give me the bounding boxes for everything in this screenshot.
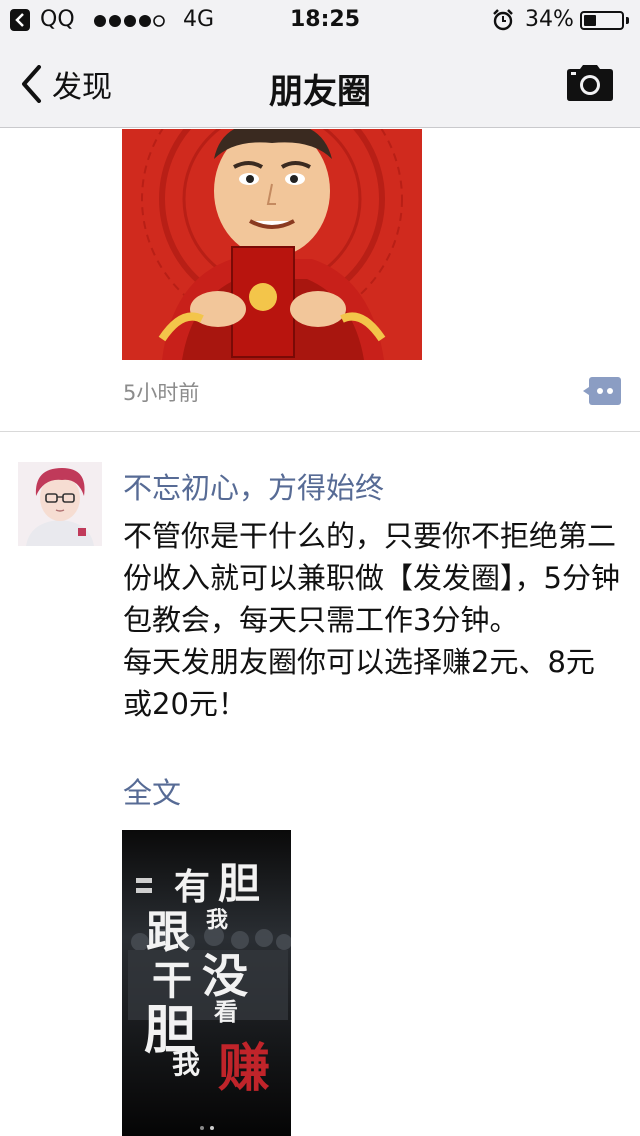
full-text-link[interactable]: 全文: [123, 770, 181, 812]
battery-fill: [584, 15, 596, 26]
poster-char-wo-bottom: 我: [172, 1047, 201, 1080]
poster-char-kan: 看: [214, 997, 238, 1026]
poster-char-wo-top: 我: [206, 907, 229, 933]
battery-icon: [580, 11, 624, 30]
post-timestamp: 5小时前: [123, 381, 200, 405]
signal-strength-icon: [94, 15, 165, 27]
post-body-text: 不管你是干什么的，只要你不拒绝第二份收入就可以兼职做【发发圈】，5分钟包教会，每…: [123, 519, 620, 721]
status-bar: QQ 4G 18:25 34%: [0, 0, 640, 40]
network-type: 4G: [183, 7, 215, 32]
post-divider: [0, 431, 640, 432]
back-to-app-label[interactable]: QQ: [40, 7, 75, 32]
avatar-anime-boy-icon: [18, 462, 102, 546]
back-to-app-icon[interactable]: [10, 9, 30, 31]
battery-cap: [626, 17, 629, 24]
moments-feed[interactable]: 5小时前 不忘初心，方得始终 不管你是干什么的，只要你不拒绝第二份收入就可以兼职…: [0, 129, 640, 1136]
post-image-poster[interactable]: 有 胆 我 跟 没 干 看 胆 我 赚: [122, 830, 291, 1136]
page-title: 朋友圈: [269, 72, 371, 112]
navigation-bar: 发现 朋友圈: [0, 40, 640, 128]
avatar[interactable]: [18, 462, 102, 546]
alarm-icon: [493, 9, 513, 31]
cartoon-man-illustration: [122, 129, 422, 360]
clock: 18:25: [290, 7, 361, 32]
camera-icon[interactable]: [566, 64, 614, 102]
comment-more-icon[interactable]: [583, 377, 621, 405]
battery-percentage: 34%: [525, 7, 574, 32]
poster-char-zhuan: 赚: [218, 1038, 271, 1099]
post-author-name[interactable]: 不忘初心，方得始终: [123, 465, 384, 507]
post-image-red-envelope-cartoon[interactable]: [122, 129, 422, 360]
